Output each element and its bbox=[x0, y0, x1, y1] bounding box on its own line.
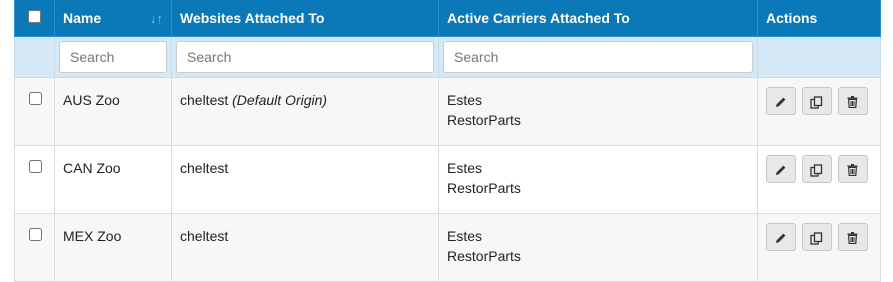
table-row: AUS Zoo cheltest (Default Origin) Estes … bbox=[14, 77, 881, 146]
zones-table: Name ↓↑ Websites Attached To Active Carr… bbox=[14, 0, 881, 282]
row-select-cell bbox=[14, 145, 55, 214]
row-checkbox[interactable] bbox=[28, 92, 42, 105]
website-name: cheltest bbox=[180, 160, 229, 176]
carrier-item: RestorParts bbox=[447, 112, 521, 128]
table-row: MEX Zoo cheltest Estes RestorParts bbox=[14, 213, 881, 282]
row-select-cell bbox=[14, 213, 55, 282]
website-name: cheltest bbox=[180, 92, 229, 108]
carrier-item: RestorParts bbox=[447, 180, 521, 196]
delete-button[interactable] bbox=[837, 155, 868, 183]
column-name-label: Name bbox=[63, 10, 102, 26]
trash-icon bbox=[847, 96, 858, 109]
table-body: AUS Zoo cheltest (Default Origin) Estes … bbox=[14, 77, 881, 282]
websites-search-input[interactable] bbox=[176, 41, 434, 73]
copy-button[interactable] bbox=[801, 223, 832, 251]
actions-cell bbox=[757, 77, 881, 146]
filter-carriers-cell bbox=[438, 36, 758, 78]
zone-name: CAN Zoo bbox=[54, 145, 172, 214]
filter-empty-cell bbox=[14, 36, 55, 78]
zone-name: AUS Zoo bbox=[54, 77, 172, 146]
filter-websites-cell bbox=[171, 36, 439, 78]
column-header-websites: Websites Attached To bbox=[171, 0, 439, 37]
carriers-search-input[interactable] bbox=[443, 41, 753, 73]
filter-actions-cell bbox=[757, 36, 881, 78]
filter-name-cell bbox=[54, 36, 172, 78]
edit-button[interactable] bbox=[766, 223, 796, 251]
column-header-actions: Actions bbox=[757, 0, 881, 37]
actions-cell bbox=[757, 213, 881, 282]
actions-cell bbox=[757, 145, 881, 214]
carrier-item: Estes bbox=[447, 228, 483, 244]
column-header-name[interactable]: Name ↓↑ bbox=[54, 0, 172, 37]
carrier-item: Estes bbox=[447, 92, 483, 108]
row-select-cell bbox=[14, 77, 55, 146]
delete-button[interactable] bbox=[837, 87, 868, 115]
pencil-icon bbox=[776, 233, 786, 244]
trash-icon bbox=[847, 164, 858, 177]
column-header-carriers: Active Carriers Attached To bbox=[438, 0, 758, 37]
copy-button[interactable] bbox=[801, 87, 832, 115]
edit-button[interactable] bbox=[766, 87, 796, 115]
pencil-icon bbox=[776, 97, 786, 108]
websites-cell: cheltest (Default Origin) bbox=[171, 77, 439, 146]
carriers-cell: Estes RestorParts bbox=[438, 77, 758, 146]
row-checkbox[interactable] bbox=[28, 228, 42, 241]
select-all-checkbox[interactable] bbox=[28, 10, 41, 23]
zone-name: MEX Zoo bbox=[54, 213, 172, 282]
websites-cell: cheltest bbox=[171, 213, 439, 282]
carriers-cell: Estes RestorParts bbox=[438, 145, 758, 214]
carrier-item: RestorParts bbox=[447, 248, 521, 264]
table-header-row: Name ↓↑ Websites Attached To Active Carr… bbox=[14, 0, 881, 37]
sort-icon[interactable]: ↓↑ bbox=[150, 11, 163, 26]
edit-button[interactable] bbox=[766, 155, 796, 183]
carrier-item: Estes bbox=[447, 160, 483, 176]
trash-icon bbox=[847, 232, 858, 245]
select-all-cell bbox=[14, 0, 55, 37]
websites-cell: cheltest bbox=[171, 145, 439, 214]
copy-icon bbox=[810, 96, 823, 109]
website-note: (Default Origin) bbox=[232, 92, 328, 108]
copy-icon bbox=[810, 232, 823, 245]
name-search-input[interactable] bbox=[59, 41, 167, 73]
delete-button[interactable] bbox=[837, 223, 868, 251]
copy-button[interactable] bbox=[801, 155, 832, 183]
filter-row bbox=[14, 36, 881, 78]
carriers-cell: Estes RestorParts bbox=[438, 213, 758, 282]
copy-icon bbox=[810, 164, 823, 177]
pencil-icon bbox=[776, 165, 786, 176]
table-row: CAN Zoo cheltest Estes RestorParts bbox=[14, 145, 881, 214]
website-name: cheltest bbox=[180, 228, 229, 244]
row-checkbox[interactable] bbox=[28, 160, 42, 173]
